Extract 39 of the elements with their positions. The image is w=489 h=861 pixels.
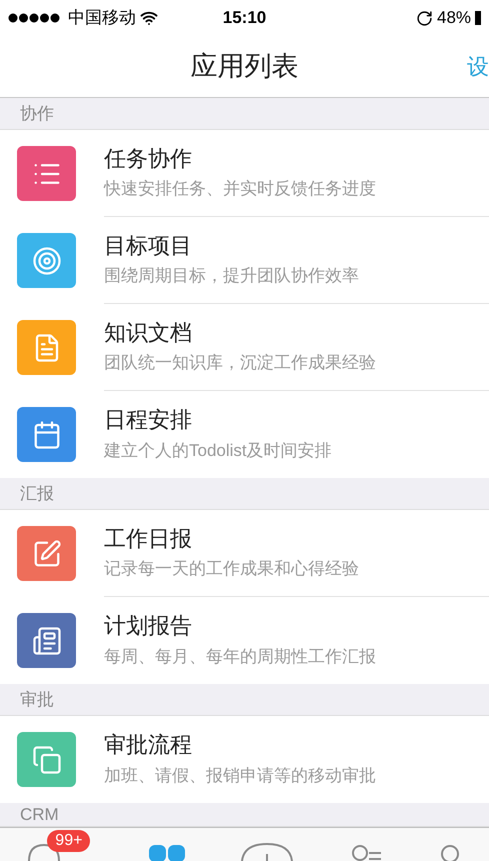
app-description: 记录每一天的工作成果和心得经验	[104, 558, 360, 580]
app-list-item[interactable]: 任务协作 快速安排任务、并实时反馈任务进度	[0, 130, 489, 217]
battery-icon	[475, 11, 482, 25]
app-list-item[interactable]: 工作日报 记录每一天的工作成果和心得经验	[0, 510, 489, 597]
app-description: 快速安排任务、并实时反馈任务进度	[104, 178, 377, 200]
newspaper-icon	[32, 626, 62, 656]
pen-icon	[32, 538, 62, 568]
app-name: 任务协作	[104, 144, 193, 172]
app-list-item[interactable]: 目标项目 围绕周期目标，提升团队协作效率	[0, 217, 489, 304]
window-title: 应用列表	[190, 50, 298, 84]
copy-icon	[32, 744, 62, 774]
app-list-item[interactable]: 日程安排 建立个人的Todolist及时间安排	[0, 391, 489, 478]
app-name: 知识文档	[104, 318, 193, 346]
target-icon	[32, 246, 62, 276]
section-header: 审批	[0, 684, 489, 716]
section-header: 协作	[0, 98, 489, 130]
app-description: 围绕周期目标，提升团队协作效率	[104, 265, 360, 287]
carrier-name: 中国移动	[68, 7, 136, 30]
section-header: CRM	[0, 803, 489, 827]
app-description: 建立个人的Todolist及时间安排	[104, 440, 333, 462]
wifi-icon	[140, 9, 158, 27]
app-name: 计划报告	[104, 612, 193, 640]
app-description: 加班、请假、报销申请等的移动审批	[104, 764, 377, 786]
tab-bar-item[interactable]: 99+	[19, 828, 102, 861]
app-list-item[interactable]: 计划报告 每周、每月、每年的周期性工作汇报	[0, 597, 489, 684]
app-name: 审批流程	[104, 731, 193, 758]
calendar-icon	[32, 420, 62, 450]
status-time: 15:10	[222, 7, 266, 30]
app-description: 每周、每月、每年的周期性工作汇报	[104, 646, 377, 668]
app-list-item[interactable]: 知识文档 团队统一知识库，沉淀工作成果经验	[0, 304, 489, 391]
signal-icon	[8, 13, 60, 23]
app-name: 日程安排	[104, 406, 193, 434]
unread-badge: 99+	[47, 830, 90, 852]
app-list-item[interactable]: 审批流程 加班、请假、报销申请等的移动审批	[0, 716, 489, 803]
battery-percent: 48%	[436, 7, 472, 30]
app-description: 团队统一知识库，沉淀工作成果经验	[104, 352, 377, 374]
app-name: 目标项目	[104, 232, 193, 259]
app-name: 工作日报	[104, 524, 193, 552]
section-header: 汇报	[0, 478, 489, 510]
